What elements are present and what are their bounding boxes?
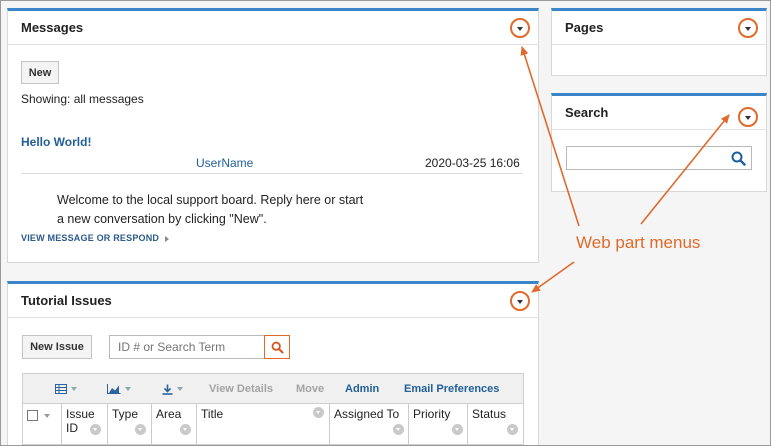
arrow-to-messages-menu xyxy=(520,46,580,227)
annotation-arrows xyxy=(520,46,730,293)
arrow-to-issues-menu xyxy=(531,261,575,293)
annotation-label: Web part menus xyxy=(576,233,701,252)
arrow-to-search-menu xyxy=(640,114,730,225)
